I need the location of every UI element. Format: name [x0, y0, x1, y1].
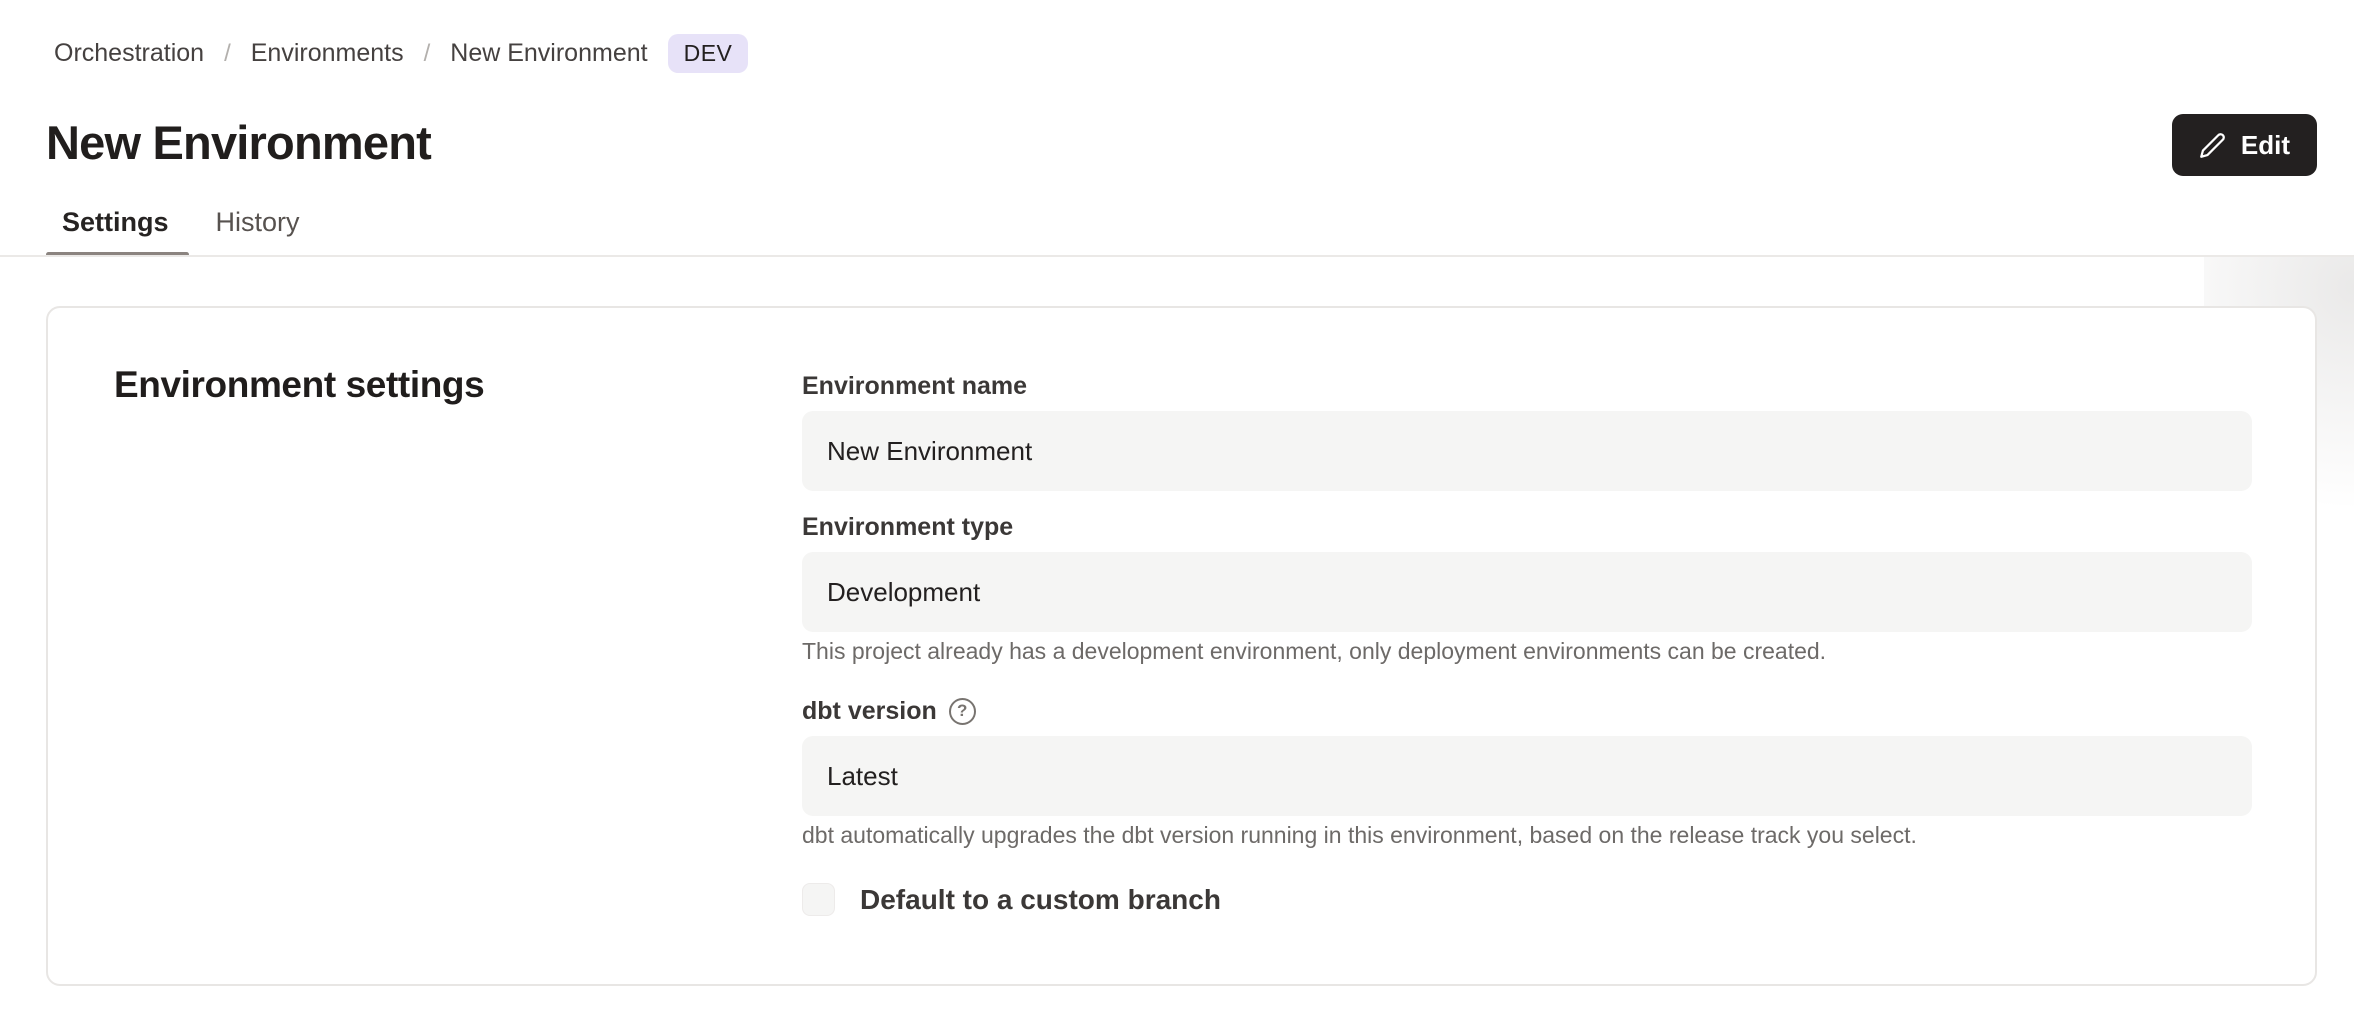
environment-name-value: New Environment [827, 436, 1032, 467]
environment-name-label: Environment name [802, 371, 2252, 401]
environment-type-helper-text: This project already has a development e… [802, 636, 2252, 666]
environment-type-label-text: Environment type [802, 512, 1013, 542]
page-title: New Environment [46, 112, 431, 174]
tab-history[interactable]: History [216, 205, 300, 253]
help-icon[interactable]: ? [949, 698, 976, 725]
dbt-version-label-text: dbt version [802, 696, 937, 726]
environment-type-value: Development [827, 577, 980, 608]
environment-settings-form: Environment name New Environment Environ… [802, 371, 2252, 916]
environment-name-label-text: Environment name [802, 371, 1027, 401]
tab-settings[interactable]: Settings [62, 205, 169, 253]
environment-settings-page: Orchestration / Environments / New Envir… [0, 0, 2354, 1020]
edit-button-label: Edit [2241, 130, 2290, 161]
breadcrumb-environments[interactable]: Environments [251, 39, 404, 68]
tab-bar-divider [0, 255, 2354, 257]
dev-environment-badge: DEV [668, 34, 749, 73]
card-heading: Environment settings [114, 364, 484, 406]
breadcrumb-separator: / [224, 40, 231, 68]
environment-type-label: Environment type [802, 512, 2252, 542]
custom-branch-checkbox-label[interactable]: Default to a custom branch [860, 884, 1221, 916]
breadcrumb-separator: / [424, 40, 431, 68]
environment-name-input[interactable]: New Environment [802, 411, 2252, 491]
breadcrumb: Orchestration / Environments / New Envir… [54, 34, 748, 73]
dbt-version-input[interactable]: Latest [802, 736, 2252, 816]
edit-button[interactable]: Edit [2172, 114, 2317, 176]
breadcrumb-orchestration[interactable]: Orchestration [54, 39, 204, 68]
pencil-icon [2199, 132, 2226, 159]
custom-branch-row: Default to a custom branch [802, 883, 2252, 916]
environment-type-input[interactable]: Development [802, 552, 2252, 632]
custom-branch-checkbox[interactable] [802, 883, 835, 916]
environment-settings-card: Environment settings Environment name Ne… [46, 306, 2317, 986]
dbt-version-label: dbt version ? [802, 696, 2252, 726]
dbt-version-value: Latest [827, 761, 898, 792]
breadcrumb-new-environment[interactable]: New Environment [450, 39, 647, 68]
tab-bar: Settings History [62, 205, 300, 253]
dbt-version-helper-text: dbt automatically upgrades the dbt versi… [802, 820, 2252, 850]
